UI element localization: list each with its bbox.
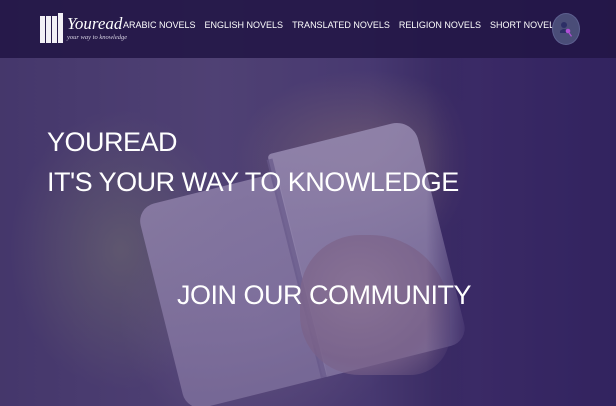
page: Youread your way to knowledge ARABIC NOV… xyxy=(0,0,616,406)
main-nav: ARABIC NOVELS ENGLISH NOVELS TRANSLATED … xyxy=(123,20,569,30)
brand-logo[interactable]: Youread your way to knowledge xyxy=(40,13,130,45)
brand-name: Youread xyxy=(67,14,123,33)
nav-item-short-novels[interactable]: SHORT NOVELS xyxy=(490,20,560,30)
brand-tagline: your way to knowledge xyxy=(67,34,128,41)
nav-item-arabic-novels[interactable]: ARABIC NOVELS xyxy=(123,20,196,30)
nav-item-english-novels[interactable]: ENGLISH NOVELS xyxy=(205,20,284,30)
user-account-button[interactable] xyxy=(553,14,579,44)
nav-item-religion-novels[interactable]: RELIGION NOVELS xyxy=(399,20,481,30)
join-community-link[interactable]: JOIN OUR COMMUNITY xyxy=(177,279,472,311)
hero-overlay xyxy=(0,0,616,406)
user-key-icon xyxy=(560,22,572,37)
nav-item-translated-novels[interactable]: TRANSLATED NOVELS xyxy=(292,20,390,30)
hero-subtitle: IT'S YOUR WAY TO KNOWLEDGE xyxy=(47,167,459,197)
books-icon xyxy=(40,13,64,43)
hero-title: YOUREAD xyxy=(47,127,178,157)
top-navbar: Youread your way to knowledge ARABIC NOV… xyxy=(0,0,616,58)
